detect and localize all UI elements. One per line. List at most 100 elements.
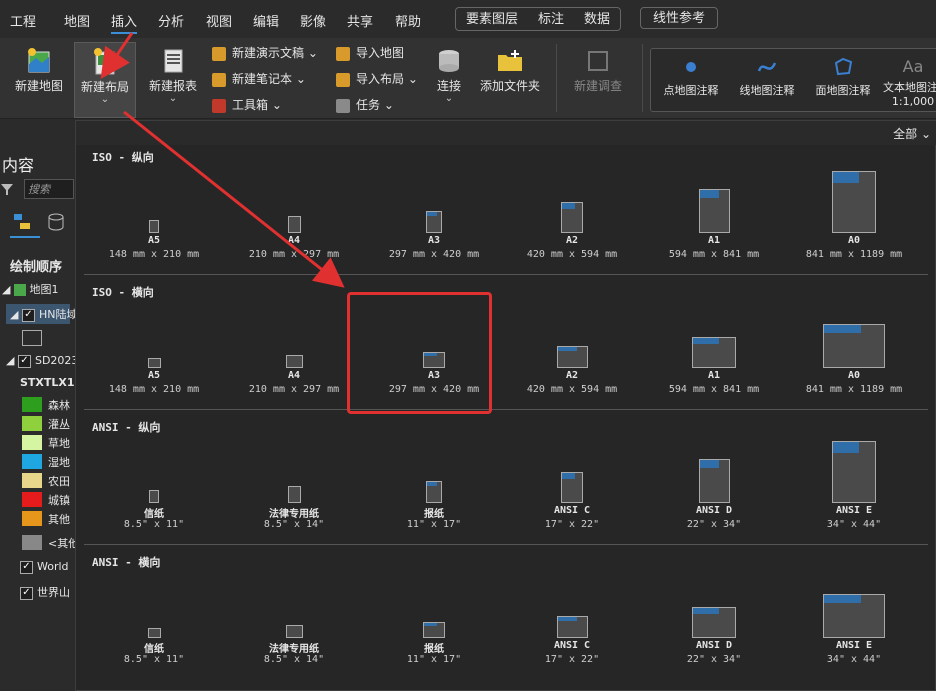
page-size-tile[interactable]: A2 420 mm x 594 mm [502, 169, 642, 269]
page-size-name: ANSI E [835, 505, 873, 516]
task-button[interactable]: 任务 ⌄ [336, 96, 394, 114]
layer-sd-checkbox[interactable]: ✓ [17, 354, 31, 368]
gallery-toolbar: 全部 ⌄ [76, 121, 936, 145]
menu-insert[interactable]: 插入 [111, 11, 138, 34]
page-size-tile[interactable]: 报纸 11" x 17" [364, 439, 504, 539]
map1-item[interactable]: ◢ 地图1 [2, 281, 58, 297]
menu-view[interactable]: 视图 [206, 11, 232, 30]
page-size-tile[interactable]: 法律专用纸 8.5" x 14" [224, 439, 364, 539]
text-annotation-button[interactable]: Aa 文本地图注释 1:1,000 [883, 55, 936, 108]
page-header-bar [833, 442, 859, 453]
page-size-tile[interactable]: ANSI C 17" x 22" [502, 439, 642, 539]
page-size-tile[interactable]: ANSI E 34" x 44" [784, 439, 924, 539]
connect-button[interactable]: 连接 ⌄ [424, 46, 474, 105]
page-thumbnail-icon [426, 481, 442, 503]
page-size-dimensions: 22" x 34" [686, 654, 742, 665]
page-size-tile[interactable]: A0 841 mm x 1189 mm [784, 169, 924, 269]
layer-world[interactable]: ✓ World [20, 560, 69, 574]
page-size-name: A4 [287, 370, 301, 381]
page-header-bar [427, 482, 437, 486]
gallery-filter-dropdown[interactable]: 全部 ⌄ [893, 125, 931, 142]
area-annotation-button[interactable]: 面地图注释 [811, 55, 875, 98]
toolbox-button[interactable]: 工具箱 ⌄ [212, 96, 282, 114]
new-map-label: 新建地图 [14, 79, 63, 93]
polygon-icon [834, 57, 853, 76]
page-size-tile[interactable]: A4 210 mm x 297 mm [224, 169, 364, 269]
page-thumbnail-icon [426, 211, 442, 233]
tab-feature-layer[interactable]: 要素图层 [456, 9, 528, 31]
page-size-dimensions: 8.5" x 11" [123, 519, 185, 530]
new-presentation-label: 新建演示文稿 [232, 46, 305, 60]
page-size-tile[interactable]: 法律专用纸 8.5" x 14" [224, 574, 364, 674]
page-size-tile[interactable]: ANSI D 22" x 34" [644, 439, 784, 539]
page-size-tile[interactable]: 信纸 8.5" x 11" [84, 439, 224, 539]
search-input[interactable]: 搜索 [24, 179, 74, 199]
page-size-tile[interactable]: ANSI E 34" x 44" [784, 574, 924, 674]
new-layout-label: 新建布局 [80, 80, 129, 94]
page-thumbnail-icon [692, 337, 736, 368]
new-notebook-label: 新建笔记本 [232, 72, 293, 86]
layer-world-checkbox[interactable]: ✓ [20, 560, 33, 574]
page-thumbnail-icon [823, 594, 885, 638]
page-size-tile[interactable]: 信纸 8.5" x 11" [84, 574, 224, 674]
layer-world-label: World [37, 560, 69, 573]
new-presentation-button[interactable]: 新建演示文稿 ⌄ [212, 44, 318, 62]
new-report-button[interactable]: 新建报表 ⌄ [142, 46, 204, 105]
import-map-button[interactable]: 导入地图 [336, 44, 404, 62]
menu-edit[interactable]: 编辑 [253, 11, 279, 30]
page-size-tile[interactable]: A1 594 mm x 841 mm [644, 169, 784, 269]
toolbox-label: 工具箱 [232, 98, 269, 112]
text-annotation-label: 文本地图注释 [883, 81, 936, 94]
line-annotation-button[interactable]: 线地图注释 [735, 55, 799, 98]
page-size-name: A4 [287, 235, 301, 246]
import-layout-button[interactable]: 导入布局 ⌄ [336, 70, 418, 88]
line-icon [757, 62, 777, 72]
page-size-tile[interactable]: A4 210 mm x 297 mm [224, 304, 364, 404]
page-size-dimensions: 594 mm x 841 mm [668, 249, 760, 260]
ribbon: 新建地图 新建布局 ⌄ 新建报表 ⌄ 新建演示文稿 ⌄ 新建笔记本 ⌄ 工具箱 … [0, 38, 936, 119]
layer-sd[interactable]: ◢ ✓ SD2023 [6, 354, 78, 368]
page-size-tile[interactable]: A0 841 mm x 1189 mm [784, 304, 924, 404]
page-size-tile[interactable]: 报纸 11" x 17" [364, 574, 504, 674]
page-thumbnail-icon [692, 607, 736, 638]
page-size-dimensions: 210 mm x 297 mm [248, 249, 340, 260]
menu-share[interactable]: 共享 [347, 11, 373, 30]
page-size-name: 信纸 [144, 509, 164, 520]
legend-label-grass: 草地 [48, 437, 70, 450]
point-annotation-button[interactable]: 点地图注释 [659, 55, 723, 98]
page-size-tile[interactable]: A5 148 mm x 210 mm [84, 169, 224, 269]
page-header-bar [427, 212, 437, 216]
import-layout-icon [336, 72, 350, 87]
page-size-tile[interactable]: ANSI C 17" x 22" [502, 574, 642, 674]
list-by-source-icon[interactable] [46, 212, 66, 232]
page-size-tile[interactable]: A5 148 mm x 210 mm [84, 304, 224, 404]
page-thumbnail-icon [285, 625, 303, 638]
page-size-tile[interactable]: A3 297 mm x 420 mm [364, 169, 504, 269]
page-thumbnail-icon [147, 628, 161, 638]
page-size-dimensions: 11" x 17" [406, 519, 462, 530]
layer-world-mountain-checkbox[interactable]: ✓ [20, 586, 33, 600]
filter-icon[interactable] [0, 182, 14, 196]
menu-analysis[interactable]: 分析 [158, 11, 184, 30]
layer-hn-checkbox[interactable]: ✓ [21, 308, 35, 322]
new-notebook-button[interactable]: 新建笔记本 ⌄ [212, 70, 306, 88]
menu-map[interactable]: 地图 [64, 11, 90, 30]
new-map-button[interactable]: 新建地图 [8, 46, 70, 93]
page-size-dimensions: 297 mm x 420 mm [388, 249, 480, 260]
new-survey-button[interactable]: 新建调查 [566, 46, 630, 93]
menu-help[interactable]: 帮助 [395, 11, 421, 30]
tab-data[interactable]: 数据 [574, 9, 620, 31]
tab-labeling[interactable]: 标注 [528, 9, 574, 31]
tab-linear-referencing[interactable]: 线性参考 [640, 7, 719, 29]
page-size-tile[interactable]: A2 420 mm x 594 mm [502, 304, 642, 404]
legend-label-farmland: 农田 [48, 475, 70, 488]
add-folder-button[interactable]: 添加文件夹 [478, 46, 542, 93]
layer-hn[interactable]: ◢ ✓ HN陆域 [6, 304, 77, 324]
new-layout-button[interactable]: 新建布局 ⌄ [74, 42, 136, 118]
list-by-drawing-order-icon[interactable] [12, 212, 34, 232]
page-size-tile[interactable]: ANSI D 22" x 34" [644, 574, 784, 674]
menu-project[interactable]: 工程 [10, 11, 36, 30]
layer-world-mountain[interactable]: ✓ 世界山 [20, 584, 70, 600]
page-size-tile[interactable]: A1 594 mm x 841 mm [644, 304, 784, 404]
menu-imagery[interactable]: 影像 [300, 11, 326, 30]
